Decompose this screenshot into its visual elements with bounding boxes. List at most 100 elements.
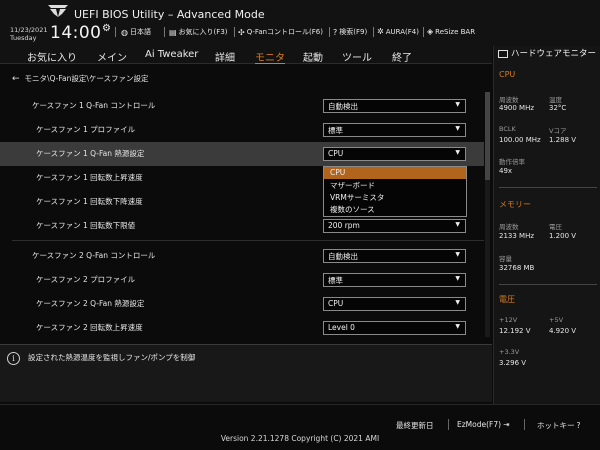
setting-select[interactable]: Level 0 ▼ [323,321,466,335]
setting-select[interactable]: 自動検出 ▼ [323,249,466,263]
ezmode-button[interactable]: EzMode(F7) ⇥ [457,420,509,429]
setting-label: ケースファン 1 プロファイル [36,125,136,134]
tab-main[interactable]: メイン [97,49,127,64]
setting-label: ケースファン 1 回転数下限値 [36,221,136,230]
heat-source-dropdown[interactable]: CPU マザーボード VRMサーミスタ 複数のソース [323,166,467,217]
v5-label: +5V [549,316,564,324]
setting-row[interactable]: ケースファン 1 回転数下限値 200 rpm ▼ [0,214,484,238]
toolbar-divider [423,27,424,37]
memory-frequency-value: 2133 MHz [499,232,535,240]
setting-value: CPU [328,299,344,308]
back-arrow-icon[interactable]: ← [12,74,20,84]
resize-bar-icon: ◈ [427,27,434,36]
tab-exit[interactable]: 終了 [392,49,412,64]
setting-select[interactable]: 標準 ▼ [323,273,466,287]
favorite-icon: ▤ [169,27,177,37]
dropdown-option-vrm[interactable]: VRMサーミスタ [324,191,466,203]
setting-select[interactable]: 標準 ▼ [323,123,466,137]
setting-label: ケースファン 1 Q-Fan 熱源設定 [36,149,145,158]
hotkey-icon: ? [576,421,581,430]
v12-value: 12.192 V [499,327,531,335]
last-modified-button[interactable]: 最終更新日 [396,420,434,431]
globe-icon: ◍ [121,27,128,37]
tab-advanced[interactable]: 詳細 [215,49,235,64]
vcore-label: Vコア [549,127,567,135]
resize-bar-label: ReSize BAR [435,27,476,36]
setting-row[interactable]: ケースファン 2 回転数上昇速度 Level 0 ▼ [0,316,484,340]
fan-icon: ✣ [238,27,245,37]
qfan-control-button[interactable]: ✣ Q-Fanコントロール(F6) [238,27,323,37]
search-button[interactable]: ? 検索(F9) [333,27,367,37]
resize-bar-button[interactable]: ◈ ReSize BAR [427,27,475,36]
help-text: 設定された熱源温度を監視しファン/ポンプを制御 [28,353,196,362]
setting-label: ケースファン 1 回転数上昇速度 [36,173,143,182]
monitor-icon [498,50,508,58]
setting-label: ケースファン 2 Q-Fan 熱源設定 [36,299,145,308]
last-modified-label: 最終更新日 [396,421,434,430]
main-menu: お気に入り メイン Ai Tweaker 詳細 モニタ 起動 ツール 終了 [0,46,492,64]
memory-capacity-label: 容量 [499,255,512,263]
setting-select[interactable]: 200 rpm ▼ [323,219,466,233]
tab-tool[interactable]: ツール [342,49,372,64]
setting-select[interactable]: CPU ▼ [323,297,466,311]
setting-value: 200 rpm [328,221,360,230]
v12-label: +12V [499,316,518,324]
dropdown-option-motherboard[interactable]: マザーボード [324,179,466,191]
favorites-label: お気に入り(F3) [178,28,228,36]
dropdown-caret-icon: ▼ [455,299,460,306]
cpu-temperature-label: 温度 [549,96,562,104]
breadcrumb-path: モニタ\Q-Fan設定\ケースファン設定 [24,74,149,83]
setting-row[interactable]: ケースファン 2 Q-Fan コントロール 自動検出 ▼ [0,244,484,268]
vcore-value: 1.288 V [549,136,577,144]
tab-boot[interactable]: 起動 [303,49,323,64]
dropdown-caret-icon: ▼ [455,125,460,132]
setting-select[interactable]: 自動検出 ▼ [323,99,466,113]
setting-label: ケースファン 1 Q-Fan コントロール [32,101,156,110]
v33-label: +3.3V [499,348,520,356]
bclk-label: BCLK [499,125,516,133]
clock-settings-icon[interactable]: ⚙ [102,23,111,34]
ratio-value: 49x [499,167,513,175]
favorites-button[interactable]: ▤ お気に入り(F3) [169,27,228,37]
setting-label: ケースファン 2 プロファイル [36,275,136,284]
dropdown-option-multiple[interactable]: 複数のソース [324,203,466,215]
cpu-frequency-label: 周波数 [499,96,519,104]
dropdown-option-cpu[interactable]: CPU [324,167,466,179]
setting-row[interactable]: ケースファン 2 Q-Fan 熱源設定 CPU ▼ [0,292,484,316]
weekday-text: Tuesday [10,34,37,42]
setting-row[interactable]: ケースファン 1 Q-Fan コントロール 自動検出 ▼ [0,94,484,118]
aura-button[interactable]: ✲ AURA(F4) [377,27,419,36]
dropdown-caret-icon: ▼ [455,275,460,282]
toolbar-divider [373,27,374,37]
setting-value: Level 0 [328,323,355,332]
hotkeys-button[interactable]: ホットキー ? [537,420,580,431]
v33-value: 3.296 V [499,359,527,367]
qfan-control-label: Q-Fanコントロール(F6) [246,28,323,36]
setting-label: ケースファン 2 Q-Fan コントロール [32,251,156,260]
aura-icon: ✲ [377,27,384,36]
setting-select[interactable]: CPU ▼ [323,147,466,161]
setting-label: ケースファン 2 回転数上昇速度 [36,323,143,332]
hw-divider [499,284,597,285]
setting-row[interactable]: ケースファン 1 プロファイル 標準 ▼ [0,118,484,142]
dropdown-caret-icon: ▼ [455,323,460,330]
setting-row[interactable]: ケースファン 2 プロファイル 標準 ▼ [0,268,484,292]
tab-monitor[interactable]: モニタ [255,49,285,64]
ezmode-label: EzMode(F7) [457,420,502,429]
tab-favorites[interactable]: お気に入り [27,49,77,64]
scrollbar[interactable] [485,92,490,337]
footer-divider [524,419,525,430]
scrollbar-thumb[interactable] [485,92,490,180]
tab-ai-tweaker[interactable]: Ai Tweaker [145,49,198,60]
cpu-temperature-value: 32°C [549,104,567,112]
memory-voltage-label: 電圧 [549,223,562,231]
dropdown-caret-icon: ▼ [455,251,460,258]
hardware-monitor-header: ハードウェアモニター [494,46,600,68]
hotkeys-label: ホットキー [537,421,575,430]
dropdown-caret-icon: ▼ [455,101,460,108]
language-button[interactable]: ◍ 日本語 [121,27,151,37]
setting-row-selected[interactable]: ケースファン 1 Q-Fan 熱源設定 CPU ▼ [0,142,484,166]
hardware-monitor-title: ハードウェアモニター [511,49,597,59]
memory-voltage-value: 1.200 V [549,232,577,240]
language-label: 日本語 [129,28,151,36]
